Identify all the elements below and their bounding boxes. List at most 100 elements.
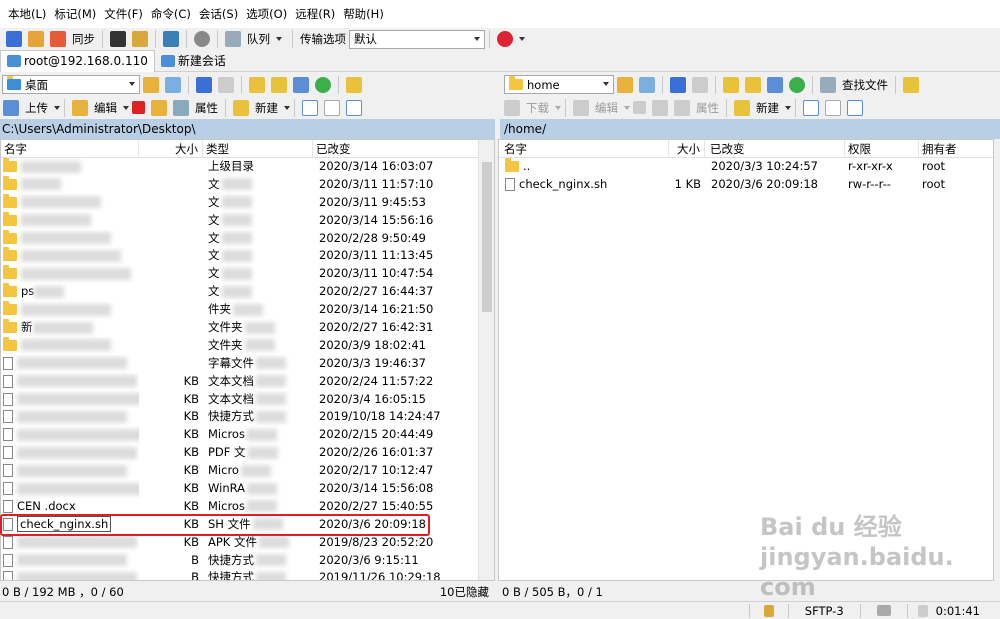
- chevron-down-icon[interactable]: [54, 105, 60, 110]
- col-size-header[interactable]: 大小: [669, 140, 705, 158]
- compare-icon[interactable]: [50, 31, 66, 47]
- table-row[interactable]: KB 快捷方式 2019/10/18 14:24:47: [1, 408, 494, 426]
- open-folder-icon[interactable]: [143, 76, 159, 93]
- forward-arrow-icon[interactable]: [692, 76, 708, 93]
- upload-button[interactable]: 上传: [25, 100, 48, 116]
- forward-arrow-icon[interactable]: [218, 76, 234, 93]
- delete-icon[interactable]: [132, 101, 145, 114]
- col-owner-header[interactable]: 拥有者: [919, 140, 993, 158]
- col-modified-header[interactable]: 已改变: [705, 140, 845, 158]
- properties-button[interactable]: 属性: [696, 100, 719, 116]
- table-row[interactable]: 新 文件夹 2020/2/27 16:42:31: [1, 319, 494, 337]
- new-folder-icon[interactable]: [233, 99, 249, 116]
- table-row[interactable]: 文 2020/3/11 9:45:53: [1, 193, 494, 212]
- menu-item[interactable]: 会话(S): [195, 0, 242, 28]
- chevron-down-icon[interactable]: [276, 37, 282, 41]
- col-size-header[interactable]: 大小: [139, 140, 203, 158]
- table-row[interactable]: 文 2020/3/11 10:47:54: [1, 265, 494, 283]
- delete-icon[interactable]: [633, 101, 646, 114]
- filter-select-icon[interactable]: [346, 99, 362, 116]
- menu-item[interactable]: 帮助(H): [339, 0, 388, 28]
- menu-item[interactable]: 标记(M): [50, 0, 100, 28]
- sync-button[interactable]: 同步: [72, 31, 95, 47]
- properties-button[interactable]: 属性: [195, 100, 218, 116]
- menu-item[interactable]: 选项(O): [242, 0, 291, 28]
- col-type-header[interactable]: 类型: [203, 140, 313, 158]
- minus-icon[interactable]: [825, 99, 841, 116]
- chevron-down-icon[interactable]: [624, 105, 630, 110]
- tab-session[interactable]: root@192.168.0.110: [0, 49, 155, 72]
- find-files-button[interactable]: 查找文件: [842, 77, 888, 93]
- right-location-select[interactable]: home: [504, 75, 614, 94]
- upload-icon[interactable]: [3, 99, 19, 116]
- table-row[interactable]: KB Micro 2020/2/17 10:12:47: [1, 462, 494, 480]
- properties-icon[interactable]: [173, 99, 189, 116]
- table-row[interactable]: KB Micros 2020/2/15 20:44:49: [1, 426, 494, 444]
- table-row[interactable]: 文件夹 2020/3/9 18:02:41: [1, 336, 494, 355]
- menu-item[interactable]: 文件(F): [100, 0, 147, 28]
- new-folder-icon[interactable]: [734, 99, 750, 116]
- transfer-options-select[interactable]: 默认: [349, 29, 485, 49]
- col-permissions-header[interactable]: 权限: [845, 140, 919, 158]
- edit-button[interactable]: 编辑: [595, 100, 618, 116]
- rename-icon[interactable]: [652, 99, 668, 116]
- table-row[interactable]: ps 文 2020/2/27 16:44:37: [1, 283, 494, 301]
- table-row[interactable]: 文 2020/3/11 11:57:10: [1, 175, 494, 194]
- left-scrollbar[interactable]: [478, 140, 494, 580]
- right-path-bar[interactable]: /home/: [500, 119, 1000, 139]
- menu-item[interactable]: 本地(L): [4, 0, 50, 28]
- left-path-bar[interactable]: C:\Users\Administrator\Desktop\: [0, 119, 495, 139]
- table-row[interactable]: 文 2020/3/11 11:13:45: [1, 247, 494, 265]
- table-row[interactable]: KB 文本文档 2020/3/4 16:05:15: [1, 391, 494, 409]
- filter-icon[interactable]: [639, 76, 655, 93]
- queue-button[interactable]: 队列: [247, 31, 270, 47]
- chevron-down-icon[interactable]: [519, 37, 525, 41]
- chevron-down-icon[interactable]: [555, 105, 561, 110]
- home-icon[interactable]: [767, 76, 783, 93]
- col-name-header[interactable]: 名字: [499, 140, 669, 158]
- col-modified-header[interactable]: 已改变: [313, 140, 479, 158]
- table-row[interactable]: 文 2020/3/14 15:56:16: [1, 211, 494, 230]
- edit-icon[interactable]: [72, 99, 88, 116]
- table-row[interactable]: 字幕文件 2020/3/3 19:46:37: [1, 355, 494, 373]
- edit-icon[interactable]: [573, 99, 589, 116]
- filter-select-icon[interactable]: [847, 99, 863, 116]
- filter-icon[interactable]: [165, 76, 181, 93]
- window-icon[interactable]: [163, 31, 179, 47]
- col-name-header[interactable]: 名字: [1, 140, 139, 158]
- table-row[interactable]: 件夹 2020/3/14 16:21:50: [1, 301, 494, 319]
- properties-icon[interactable]: [674, 99, 690, 116]
- table-row[interactable]: 上级目录 2020/3/14 16:03:07: [1, 158, 494, 176]
- refresh-icon[interactable]: [789, 76, 805, 93]
- table-row[interactable]: KB APK 文件 2019/8/23 20:52:20: [1, 534, 494, 552]
- find-files-icon[interactable]: [820, 76, 836, 93]
- edit-button[interactable]: 编辑: [94, 100, 117, 116]
- tree-icon[interactable]: [346, 76, 362, 93]
- table-row[interactable]: B 快捷方式 2019/11/26 10:29:18: [1, 569, 494, 580]
- tree-icon[interactable]: [903, 76, 919, 93]
- open-folder-icon[interactable]: [617, 76, 633, 93]
- home-icon[interactable]: [293, 76, 309, 93]
- rename-icon[interactable]: [151, 99, 167, 116]
- plus-icon[interactable]: [302, 99, 318, 116]
- refresh-icon[interactable]: [315, 76, 331, 93]
- terminal-icon[interactable]: [110, 31, 126, 47]
- chevron-down-icon[interactable]: [123, 105, 129, 110]
- hidden-count[interactable]: 10已隐藏: [440, 584, 495, 600]
- root-dir-icon[interactable]: [745, 76, 761, 93]
- download-icon[interactable]: [504, 99, 520, 116]
- local-panel-icon[interactable]: [6, 31, 22, 47]
- table-row[interactable]: KB 文本文档 2020/2/24 11:57:22: [1, 373, 494, 391]
- back-arrow-icon[interactable]: [196, 76, 212, 93]
- minus-icon[interactable]: [324, 99, 340, 116]
- table-row[interactable]: KB PDF 文 2020/2/26 16:01:37: [1, 444, 494, 462]
- root-dir-icon[interactable]: [271, 76, 287, 93]
- menu-item[interactable]: 远程(R): [291, 0, 339, 28]
- table-row[interactable]: B 快捷方式 2020/3/6 9:15:11: [1, 552, 494, 570]
- table-row[interactable]: KB WinRA 2020/3/14 15:56:08: [1, 480, 494, 498]
- tab-new-session[interactable]: 新建会话: [155, 50, 232, 72]
- color-icon[interactable]: [497, 31, 513, 47]
- left-location-select[interactable]: 桌面: [2, 75, 140, 94]
- chevron-down-icon[interactable]: [785, 105, 791, 110]
- plus-icon[interactable]: [803, 99, 819, 116]
